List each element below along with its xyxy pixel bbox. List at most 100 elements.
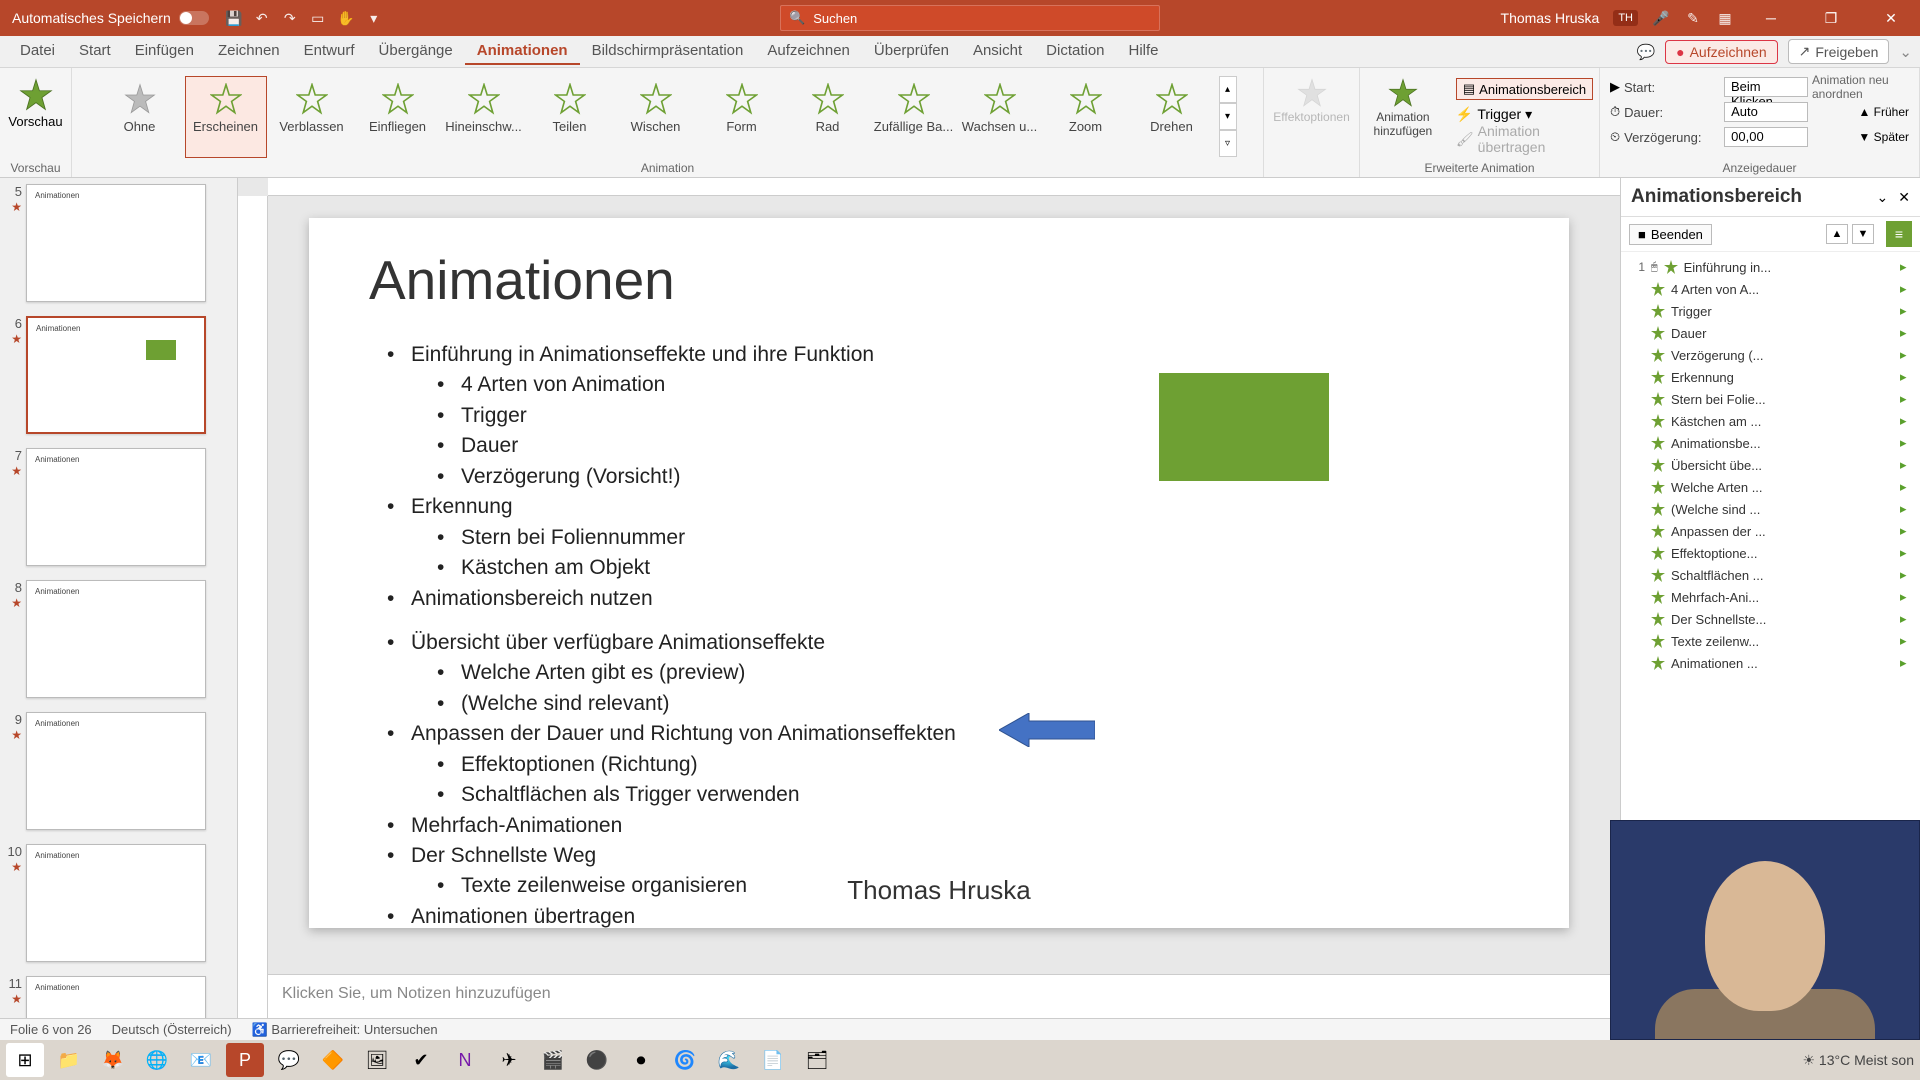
redo-icon[interactable]: ↷ [281, 9, 299, 27]
tab-überprüfen[interactable]: Überprüfen [862, 38, 961, 65]
anim-item-13[interactable]: Effektoptione...▸ [1627, 542, 1914, 564]
anim-list-view-icon[interactable]: ≡ [1886, 221, 1912, 247]
tab-dictation[interactable]: Dictation [1034, 38, 1116, 65]
pane-close-icon[interactable]: ✕ [1898, 189, 1910, 206]
app3-icon[interactable]: 🎬 [534, 1043, 572, 1077]
slide-counter[interactable]: Folie 6 von 26 [10, 1022, 92, 1037]
animation-pane-button[interactable]: ▤ Animationsbereich [1456, 78, 1593, 100]
delay-input[interactable]: 00,00 [1724, 127, 1808, 147]
collapse-ribbon-icon[interactable]: ⌄ [1899, 43, 1912, 61]
chrome-icon[interactable]: 🌐 [138, 1043, 176, 1077]
pane-options-icon[interactable]: ⌄ [1877, 189, 1889, 206]
tab-hilfe[interactable]: Hilfe [1117, 38, 1171, 65]
anim-zufällige ba...[interactable]: Zufällige Ba... [873, 76, 955, 158]
move-up-button[interactable]: ▲ [1826, 224, 1848, 244]
mic-icon[interactable]: 🎤 [1652, 9, 1670, 27]
save-icon[interactable]: 💾 [225, 9, 243, 27]
firefox-icon[interactable]: 🦊 [94, 1043, 132, 1077]
tab-entwurf[interactable]: Entwurf [292, 38, 367, 65]
undo-icon[interactable]: ↶ [253, 9, 271, 27]
user-badge[interactable]: TH [1613, 10, 1638, 26]
anim-wischen[interactable]: Wischen [615, 76, 697, 158]
language[interactable]: Deutsch (Österreich) [112, 1022, 232, 1037]
obs-icon[interactable]: ⚫ [578, 1043, 616, 1077]
anim-item-4[interactable]: Verzögerung (...▸ [1627, 344, 1914, 366]
slide[interactable]: Animationen •Einführung in Animationseff… [309, 218, 1569, 928]
anim-item-12[interactable]: Anpassen der ...▸ [1627, 520, 1914, 542]
maximize-button[interactable]: ❐ [1808, 0, 1854, 36]
todoist-icon[interactable]: ✔ [402, 1043, 440, 1077]
anim-item-10[interactable]: Welche Arten ...▸ [1627, 476, 1914, 498]
anim-hineinschw...[interactable]: Hineinschw... [443, 76, 525, 158]
thumb-slide-6[interactable]: 6★Animationen [4, 316, 229, 434]
weather-widget[interactable]: ☀ 13°C Meist son [1802, 1052, 1914, 1069]
search-input[interactable]: 🔍 Suchen [780, 5, 1160, 31]
close-button[interactable]: ✕ [1868, 0, 1914, 36]
vlc-icon[interactable]: 🔶 [314, 1043, 352, 1077]
anim-wachsen u...[interactable]: Wachsen u... [959, 76, 1041, 158]
telegram-icon[interactable]: ✈ [490, 1043, 528, 1077]
anim-ohne[interactable]: Ohne [99, 76, 181, 158]
anim-einfliegen[interactable]: Einfliegen [357, 76, 439, 158]
anim-verblassen[interactable]: Verblassen [271, 76, 353, 158]
tab-bildschirmpräsentation[interactable]: Bildschirmpräsentation [580, 38, 756, 65]
anim-item-14[interactable]: Schaltflächen ...▸ [1627, 564, 1914, 586]
thumb-slide-9[interactable]: 9★Animationen [4, 712, 229, 830]
slide-canvas[interactable]: Animationen •Einführung in Animationseff… [238, 178, 1620, 1018]
share-button[interactable]: ↗Freigeben [1788, 39, 1890, 64]
anim-item-16[interactable]: Der Schnellste...▸ [1627, 608, 1914, 630]
anim-item-15[interactable]: Mehrfach-Ani...▸ [1627, 586, 1914, 608]
green-rectangle[interactable] [1159, 373, 1329, 481]
anim-item-1[interactable]: 4 Arten von A...▸ [1627, 278, 1914, 300]
anim-item-9[interactable]: Übersicht übe...▸ [1627, 454, 1914, 476]
anim-drehen[interactable]: Drehen [1131, 76, 1213, 158]
slide-thumbnails[interactable]: 5★Animationen6★Animationen7★Animationen8… [0, 178, 238, 1018]
thumb-slide-11[interactable]: 11★Animationen [4, 976, 229, 1018]
pen-icon[interactable]: ✎ [1684, 9, 1702, 27]
anim-item-18[interactable]: Animationen ...▸ [1627, 652, 1914, 674]
app7-icon[interactable]: 🗂 [798, 1043, 836, 1077]
anim-item-8[interactable]: Animationsbe...▸ [1627, 432, 1914, 454]
touch-icon[interactable]: ✋ [337, 9, 355, 27]
app-icon[interactable]: 💬 [270, 1043, 308, 1077]
app6-icon[interactable]: 📄 [754, 1043, 792, 1077]
accessibility[interactable]: ♿ Barrierefreiheit: Untersuchen [252, 1022, 438, 1038]
comments-icon[interactable]: 💬 [1637, 43, 1655, 61]
present-icon[interactable]: ▭ [309, 9, 327, 27]
gallery-up[interactable]: ▴ [1219, 76, 1237, 103]
tab-aufzeichnen[interactable]: Aufzeichnen [755, 38, 862, 65]
animation-gallery[interactable]: OhneErscheinenVerblassenEinfliegenHinein… [93, 72, 1243, 158]
anim-erscheinen[interactable]: Erscheinen [185, 76, 267, 158]
tab-übergänge[interactable]: Übergänge [367, 38, 465, 65]
anim-item-3[interactable]: Dauer▸ [1627, 322, 1914, 344]
toggle-switch[interactable] [179, 11, 209, 25]
anim-item-7[interactable]: Kästchen am ...▸ [1627, 410, 1914, 432]
anim-item-11[interactable]: (Welche sind ...▸ [1627, 498, 1914, 520]
anim-item-0[interactable]: 1🖱Einführung in...▸ [1627, 256, 1914, 278]
anim-item-5[interactable]: Erkennung▸ [1627, 366, 1914, 388]
user-name[interactable]: Thomas Hruska [1501, 10, 1600, 26]
onenote-icon[interactable]: N [446, 1043, 484, 1077]
notes-pane[interactable]: Klicken Sie, um Notizen hinzuzufügen [268, 974, 1620, 1018]
edge-icon[interactable]: 🌊 [710, 1043, 748, 1077]
anim-form[interactable]: Form [701, 76, 783, 158]
thumb-slide-7[interactable]: 7★Animationen [4, 448, 229, 566]
tab-einfügen[interactable]: Einfügen [123, 38, 206, 65]
anim-item-2[interactable]: Trigger▸ [1627, 300, 1914, 322]
play-button[interactable]: ■ Beenden [1629, 224, 1712, 245]
anim-item-17[interactable]: Texte zeilenw...▸ [1627, 630, 1914, 652]
explorer-icon[interactable]: 📁 [50, 1043, 88, 1077]
preview-button[interactable]: Vorschau [0, 72, 70, 135]
anim-item-6[interactable]: Stern bei Folie...▸ [1627, 388, 1914, 410]
tab-start[interactable]: Start [67, 38, 123, 65]
add-animation-button[interactable]: Animation hinzufügen [1358, 72, 1448, 154]
gallery-down[interactable]: ▾ [1219, 103, 1237, 130]
thumb-slide-8[interactable]: 8★Animationen [4, 580, 229, 698]
app2-icon[interactable]: 🖼 [358, 1043, 396, 1077]
start-button[interactable]: ⊞ [6, 1043, 44, 1077]
outlook-icon[interactable]: 📧 [182, 1043, 220, 1077]
minimize-button[interactable]: ─ [1748, 0, 1794, 36]
tab-zeichnen[interactable]: Zeichnen [206, 38, 292, 65]
slide-text[interactable]: •Einführung in Animationseffekte und ihr… [369, 340, 1509, 932]
tab-animationen[interactable]: Animationen [465, 38, 580, 65]
